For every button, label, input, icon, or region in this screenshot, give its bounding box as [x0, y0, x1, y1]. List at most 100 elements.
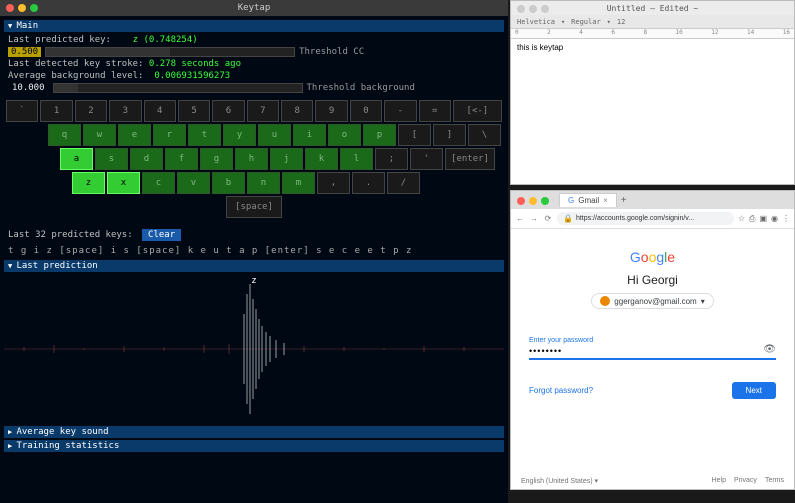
lock-icon: 🔒: [563, 214, 573, 223]
minimize-icon[interactable]: [529, 197, 537, 205]
close-icon[interactable]: [517, 5, 525, 13]
key-s: s: [95, 148, 128, 170]
ruler: 0246810121416: [511, 29, 794, 39]
back-icon[interactable]: ←: [515, 214, 525, 223]
last-detected-line: Last detected key stroke: 0.278 seconds …: [4, 58, 504, 70]
forgot-password-link[interactable]: Forgot password?: [529, 386, 593, 395]
key-c: c: [142, 172, 175, 194]
editor-title: Untitled — Edited ~: [607, 4, 699, 13]
key-8: 8: [281, 100, 313, 122]
key-y: y: [223, 124, 256, 146]
footer-link[interactable]: Terms: [765, 477, 784, 485]
star-icon[interactable]: ☆: [738, 214, 745, 224]
last-predicted-line: Last predicted key: z (0.748254): [4, 34, 504, 46]
section-main[interactable]: Main: [4, 20, 504, 32]
key-o: o: [328, 124, 361, 146]
key-7: 7: [247, 100, 279, 122]
style-dropdown[interactable]: Regular: [571, 18, 601, 26]
key-: [: [398, 124, 431, 146]
key-: ]: [433, 124, 466, 146]
reload-icon[interactable]: ⟳: [543, 214, 553, 223]
browser-window: G Gmail × + ← → ⟳ 🔒 https://accounts.goo…: [510, 190, 795, 490]
maximize-icon[interactable]: [30, 4, 38, 12]
minimize-icon[interactable]: [18, 4, 26, 12]
language-selector[interactable]: English (United States) ▾: [521, 477, 598, 485]
key-9: 9: [315, 100, 347, 122]
size-field[interactable]: 12: [617, 18, 625, 26]
threshold-cc-slider[interactable]: 0.500 Threshold CC: [4, 46, 504, 58]
key-: [<-]: [453, 100, 502, 122]
browser-tabbar: G Gmail × +: [511, 191, 794, 209]
key-: `: [6, 100, 38, 122]
waveform-display: z: [4, 274, 504, 424]
minimize-icon[interactable]: [529, 5, 537, 13]
close-icon[interactable]: [517, 197, 525, 205]
new-tab-button[interactable]: +: [621, 195, 627, 206]
show-password-icon[interactable]: 👁: [763, 344, 776, 355]
editor-toolbar: Helvetica ▾ Regular ▾ 12: [511, 15, 794, 29]
key-g: g: [200, 148, 233, 170]
maximize-icon[interactable]: [541, 197, 549, 205]
account-selector[interactable]: ggerganov@gmail.com ▾: [591, 293, 713, 309]
tab-close-icon[interactable]: ×: [603, 196, 608, 205]
key-i: i: [293, 124, 326, 146]
greeting-text: Hi Georgi: [529, 273, 776, 287]
key-b: b: [212, 172, 245, 194]
footer-link[interactable]: Help: [712, 477, 726, 485]
key-: \: [468, 124, 501, 146]
key-: /: [387, 172, 420, 194]
key-d: d: [130, 148, 163, 170]
next-button[interactable]: Next: [732, 382, 776, 399]
key-v: v: [177, 172, 210, 194]
extensions-icon[interactable]: ▣: [759, 214, 767, 224]
text-editor-window: Untitled — Edited ~ Helvetica ▾ Regular …: [510, 0, 795, 185]
key-: ;: [375, 148, 408, 170]
key-r: r: [153, 124, 186, 146]
key-1: 1: [40, 100, 72, 122]
google-favicon-icon: G: [568, 196, 574, 205]
browser-tab[interactable]: G Gmail ×: [559, 193, 617, 207]
key-5: 5: [178, 100, 210, 122]
key-x: x: [107, 172, 140, 194]
menu-icon[interactable]: ⋮: [782, 214, 790, 224]
key-enter: [enter]: [445, 148, 495, 170]
key-6: 6: [212, 100, 244, 122]
predicted-keys-sequence: t g i z [space] i s [space] k e u t a p …: [4, 244, 504, 258]
close-icon[interactable]: [6, 4, 14, 12]
cast-icon[interactable]: ⎙: [749, 214, 755, 224]
key-t: t: [188, 124, 221, 146]
url-bar: ← → ⟳ 🔒 https://accounts.google.com/sign…: [511, 209, 794, 229]
section-training-stats[interactable]: Training statistics: [4, 440, 504, 452]
key-: ': [410, 148, 443, 170]
key-e: e: [118, 124, 151, 146]
key-2: 2: [75, 100, 107, 122]
key-3: 3: [109, 100, 141, 122]
address-input[interactable]: 🔒 https://accounts.google.com/signin/v..…: [557, 212, 734, 225]
google-signin-page: Google Hi Georgi ggerganov@gmail.com ▾ E…: [511, 229, 794, 419]
key-l: l: [340, 148, 373, 170]
footer-link[interactable]: Privacy: [734, 477, 757, 485]
key-n: n: [247, 172, 280, 194]
key-z: z: [72, 172, 105, 194]
key-: -: [384, 100, 416, 122]
forward-icon[interactable]: →: [529, 214, 539, 223]
editor-titlebar: Untitled — Edited ~: [511, 1, 794, 15]
key-space: [space]: [226, 196, 282, 218]
section-last-prediction[interactable]: Last prediction: [4, 260, 504, 272]
virtual-keyboard: `1234567890-=[<-] qwertyuiop[]\ asdfghjk…: [4, 94, 504, 226]
profile-icon[interactable]: ◉: [771, 214, 778, 224]
google-logo: Google: [529, 249, 776, 265]
key-4: 4: [144, 100, 176, 122]
keytap-terminal-window: Keytap Main Last predicted key: z (0.748…: [0, 0, 508, 503]
threshold-bg-slider[interactable]: 10.000 Threshold background: [4, 82, 504, 94]
font-dropdown[interactable]: Helvetica: [517, 18, 555, 26]
terminal-title: Keytap: [238, 3, 271, 13]
password-input[interactable]: [529, 344, 776, 360]
maximize-icon[interactable]: [541, 5, 549, 13]
key-: =: [419, 100, 451, 122]
avatar-icon: [600, 296, 610, 306]
editor-content[interactable]: this is keytap: [511, 39, 794, 184]
chevron-down-icon: ▾: [701, 297, 705, 306]
clear-button[interactable]: Clear: [142, 229, 181, 241]
section-avg-key-sound[interactable]: Average key sound: [4, 426, 504, 438]
